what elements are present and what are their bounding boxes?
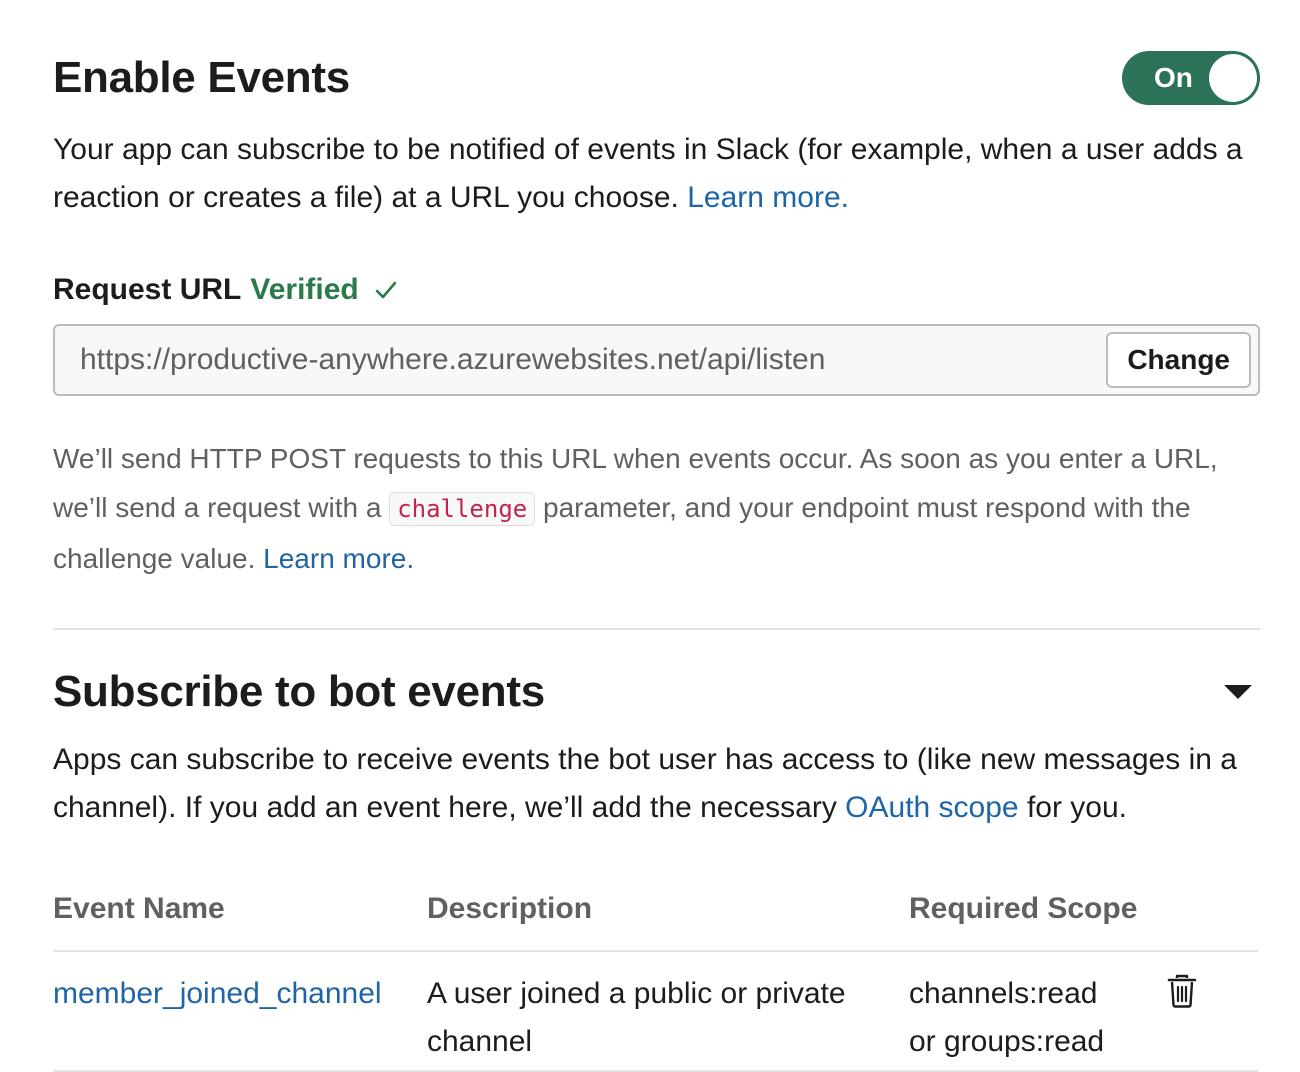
- table-row: member_joined_channel A user joined a pu…: [53, 952, 1258, 1072]
- trash-icon[interactable]: [1167, 970, 1197, 1008]
- oauth-scope-link[interactable]: OAuth scope: [845, 791, 1018, 824]
- event-description-cell: A user joined a public or private channe…: [427, 977, 846, 1058]
- bot-events-table: Event Name Description Required Scope me…: [53, 892, 1258, 1072]
- required-scope-cell: channels:read or groups:read: [909, 970, 1167, 1066]
- request-url-label-row: Request URL Verified: [53, 270, 1260, 310]
- column-header-description: Description: [427, 892, 593, 925]
- scope-line-2: or groups:read: [909, 1025, 1105, 1058]
- enable-events-title: Enable Events: [53, 53, 350, 102]
- enable-events-header: Enable Events On: [53, 48, 1260, 108]
- request-url-learn-more-link[interactable]: Learn more.: [263, 543, 414, 574]
- section-divider: [53, 628, 1260, 630]
- enable-events-toggle[interactable]: On: [1122, 51, 1260, 105]
- column-header-event-name: Event Name: [53, 892, 225, 925]
- enable-events-description: Your app can subscribe to be notified of…: [53, 126, 1260, 222]
- scope-line-1: channels:read: [909, 977, 1098, 1010]
- event-name-link[interactable]: member_joined_channel: [53, 977, 382, 1010]
- enable-events-section: Enable Events On Your app can subscribe …: [53, 48, 1260, 583]
- request-url-label: Request URL: [53, 273, 242, 306]
- bot-events-section: Subscribe to bot events Apps can subscri…: [53, 660, 1260, 1072]
- request-url-help: We’ll send HTTP POST requests to this UR…: [53, 434, 1260, 583]
- table-header: Event Name Description Required Scope: [53, 892, 1258, 952]
- verified-status: Verified: [250, 273, 359, 306]
- bot-events-description: Apps can subscribe to receive events the…: [53, 736, 1260, 832]
- toggle-knob: [1209, 54, 1257, 102]
- enable-events-description-text: Your app can subscribe to be notified of…: [53, 133, 1243, 214]
- request-url-field[interactable]: https://productive-anywhere.azurewebsite…: [53, 324, 1260, 396]
- bot-events-header[interactable]: Subscribe to bot events: [53, 660, 1260, 724]
- caret-down-icon[interactable]: [1224, 685, 1252, 699]
- toggle-label: On: [1154, 62, 1193, 93]
- request-url-value: https://productive-anywhere.azurewebsite…: [80, 343, 826, 376]
- challenge-code: challenge: [389, 492, 536, 526]
- column-header-required-scope: Required Scope: [909, 892, 1138, 925]
- event-name-cell: member_joined_channel: [53, 970, 427, 1066]
- row-actions-cell: [1167, 970, 1258, 1066]
- event-subscriptions-page: Enable Events On Your app can subscribe …: [0, 0, 1300, 1072]
- check-icon: [375, 280, 397, 300]
- change-url-button[interactable]: Change: [1106, 332, 1251, 388]
- bot-events-title: Subscribe to bot events: [53, 667, 545, 716]
- bot-events-description-text-2: for you.: [1026, 791, 1128, 824]
- enable-events-learn-more-link[interactable]: Learn more.: [687, 181, 849, 214]
